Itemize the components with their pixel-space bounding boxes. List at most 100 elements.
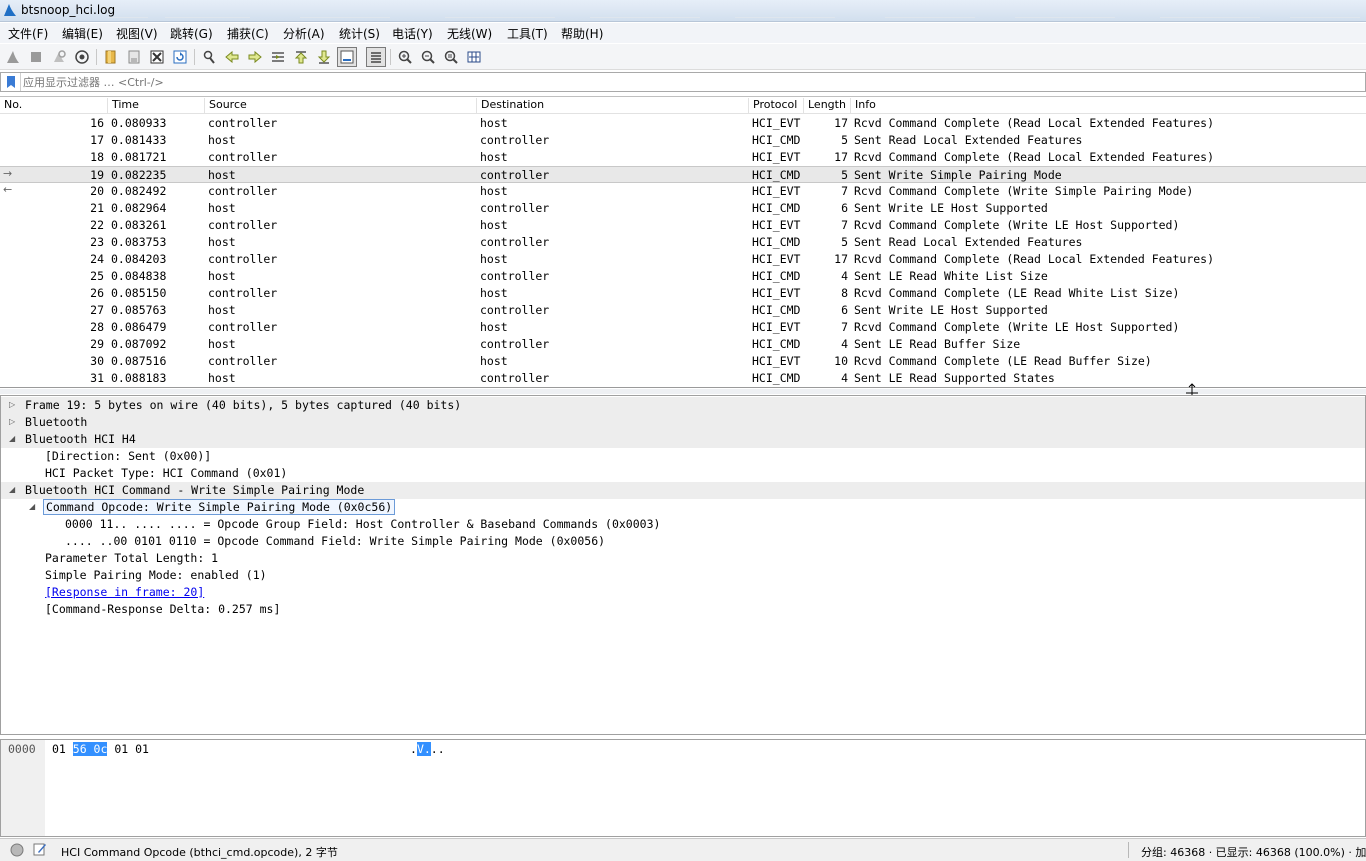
detail-tree-item[interactable]: .... ..00 0101 0110 = Opcode Command Fie… (1, 533, 1365, 550)
menu-statistics[interactable]: 统计(S) (339, 25, 380, 42)
packet-protocol: HCI_CMD (752, 168, 801, 182)
packet-source: controller (208, 354, 278, 368)
packet-row[interactable]: 21 0.082964 host controller HCI_CMD 6 Sent Wri… (0, 200, 1366, 217)
packet-source: controller (208, 320, 278, 334)
packet-protocol: HCI_CMD (752, 235, 801, 249)
detail-tree-label: Parameter Total Length: 1 (45, 551, 219, 565)
column-header-time[interactable]: Time (107, 98, 204, 113)
collapsed-triangle-icon[interactable]: ▷ (9, 417, 19, 427)
collapsed-triangle-icon[interactable]: ▷ (9, 400, 19, 410)
packet-time: 0.088183 (111, 371, 167, 385)
packet-length: 4 (841, 337, 848, 351)
zoom-in-icon[interactable] (395, 47, 415, 67)
resize-columns-icon[interactable] (464, 47, 484, 67)
go-first-icon[interactable] (291, 47, 311, 67)
detail-tree-item[interactable]: Simple Pairing Mode: enabled (1) (1, 567, 1365, 584)
menu-help[interactable]: 帮助(H) (561, 25, 603, 42)
menu-tools[interactable]: 工具(T) (507, 25, 548, 42)
menu-edit[interactable]: 编辑(E) (62, 25, 103, 42)
packet-row[interactable]: 23 0.083753 host controller HCI_CMD 5 Sent Rea… (0, 234, 1366, 251)
detail-tree-item[interactable]: ◢ Bluetooth HCI Command - Write Simple Pa… (1, 482, 1365, 499)
close-file-icon[interactable] (147, 47, 167, 67)
pane-splitter[interactable] (0, 389, 1366, 394)
go-to-packet-icon[interactable] (268, 47, 288, 67)
column-header-protocol[interactable]: Protocol (748, 98, 803, 113)
detail-tree-item[interactable]: ▷ Bluetooth (1, 414, 1365, 431)
packet-source: host (208, 371, 236, 385)
status-packet-count: 分组: 46368 · 已显示: 46368 (100.0%) · 加载 (1141, 846, 1366, 859)
expanded-triangle-icon[interactable]: ◢ (29, 502, 39, 512)
restart-icon[interactable] (49, 47, 69, 67)
zoom-normal-icon[interactable] (441, 47, 461, 67)
menu-view[interactable]: 视图(V) (116, 25, 158, 42)
colorize-icon[interactable] (366, 47, 386, 67)
zoom-out-icon[interactable] (418, 47, 438, 67)
detail-tree-item[interactable]: HCI Packet Type: HCI Command (0x01) (1, 465, 1365, 482)
bookmark-icon[interactable] (5, 75, 17, 89)
packet-row[interactable]: 27 0.085763 host controller HCI_CMD 6 Sent Wri… (0, 302, 1366, 319)
packet-length: 5 (841, 133, 848, 147)
packet-row[interactable]: 31 0.088183 host controller HCI_CMD 4 Sent LE … (0, 370, 1366, 387)
menu-go[interactable]: 跳转(G) (170, 25, 213, 42)
detail-tree-item[interactable]: [Response in frame: 20] (1, 584, 1365, 601)
detail-tree-item[interactable]: Parameter Total Length: 1 (1, 550, 1365, 567)
packet-row[interactable]: 28 0.086479 controller host HCI_EVT 7 Rcvd Com… (0, 319, 1366, 336)
expert-info-icon[interactable] (10, 843, 24, 857)
stop-icon[interactable] (26, 47, 46, 67)
packet-protocol: HCI_EVT (752, 150, 801, 164)
detail-tree-label: Command Opcode: Write Simple Pairing Mod… (43, 499, 396, 515)
packet-length: 6 (841, 201, 848, 215)
reload-icon[interactable] (170, 47, 190, 67)
toolbar-separator (390, 49, 391, 65)
autoscroll-icon[interactable] (337, 47, 357, 67)
detail-tree-item[interactable]: ◢ Bluetooth HCI H4 (1, 431, 1365, 448)
packet-row[interactable]: 17 0.081433 host controller HCI_CMD 5 Sent Rea… (0, 132, 1366, 149)
find-icon[interactable] (199, 47, 219, 67)
shark-fin-start-icon[interactable] (3, 47, 23, 67)
packet-row[interactable]: 16 0.080933 controller host HCI_EVT 17 Rcvd Co… (0, 115, 1366, 132)
column-header-length[interactable]: Length (803, 98, 850, 113)
save-file-icon[interactable] (124, 47, 144, 67)
status-field-info: HCI Command Opcode (bthci_cmd.opcode), 2… (61, 846, 338, 859)
packet-row[interactable]: 30 0.087516 controller host HCI_EVT 10 Rcvd Co… (0, 353, 1366, 370)
packet-info: Sent Read Local Extended Features (854, 235, 1083, 249)
packet-destination: host (480, 354, 508, 368)
column-header-source[interactable]: Source (204, 98, 476, 113)
packet-row[interactable]: ← 20 0.082492 controller host HCI_EVT 7 Rcvd Co… (0, 183, 1366, 200)
bytes-ascii[interactable]: .V... (410, 742, 445, 756)
packet-row[interactable]: 18 0.081721 controller host HCI_EVT 17 Rcvd Co… (0, 149, 1366, 166)
go-back-icon[interactable] (222, 47, 242, 67)
packet-row[interactable]: 29 0.087092 host controller HCI_CMD 4 Sent LE … (0, 336, 1366, 353)
menu-file[interactable]: 文件(F) (8, 25, 48, 42)
packet-row[interactable]: 26 0.085150 controller host HCI_EVT 8 Rcvd Com… (0, 285, 1366, 302)
menu-wireless[interactable]: 无线(W) (447, 25, 492, 42)
expanded-triangle-icon[interactable]: ◢ (9, 485, 19, 495)
toolbar-separator (194, 49, 195, 65)
column-header-destination[interactable]: Destination (476, 98, 748, 113)
menu-analyze[interactable]: 分析(A) (283, 25, 325, 42)
detail-tree-item[interactable]: [Direction: Sent (0x00)] (1, 448, 1365, 465)
detail-tree-item[interactable]: ▷ Frame 19: 5 bytes on wire (40 bits), 5 … (1, 397, 1365, 414)
menu-capture[interactable]: 捕获(C) (227, 25, 269, 42)
menu-telephony[interactable]: 电话(Y) (392, 25, 433, 42)
go-last-icon[interactable] (314, 47, 334, 67)
capture-options-icon[interactable] (72, 47, 92, 67)
bytes-hex[interactable]: 01 56 0c 01 01 (52, 742, 149, 756)
go-forward-icon[interactable] (245, 47, 265, 67)
column-header-no[interactable]: No. (0, 98, 107, 113)
open-file-icon[interactable] (101, 47, 121, 67)
detail-tree-item[interactable]: ◢ Command Opcode: Write Simple Pairing Mo… (1, 499, 1365, 516)
packet-no: 18 (90, 150, 104, 164)
display-filter-input[interactable] (23, 74, 1353, 90)
detail-tree-item[interactable]: 0000 11.. .... .... = Opcode Group Field… (1, 516, 1365, 533)
packet-row[interactable]: 22 0.083261 controller host HCI_EVT 7 Rcvd Com… (0, 217, 1366, 234)
packet-row[interactable]: 24 0.084203 controller host HCI_EVT 17 Rcvd Co… (0, 251, 1366, 268)
packet-row[interactable]: 25 0.084838 host controller HCI_CMD 4 Sent LE … (0, 268, 1366, 285)
response-frame-link[interactable]: [Response in frame: 20] (45, 585, 204, 599)
detail-tree-item[interactable]: [Command-Response Delta: 0.257 ms] (1, 601, 1365, 618)
column-header-info[interactable]: Info (850, 98, 1366, 113)
packet-row[interactable]: → 19 0.082235 host controller HCI_CMD 5 Sent Wr… (0, 166, 1366, 183)
expanded-triangle-icon[interactable]: ◢ (9, 434, 19, 444)
edit-comment-icon[interactable] (33, 842, 47, 856)
packet-source: controller (208, 218, 278, 232)
